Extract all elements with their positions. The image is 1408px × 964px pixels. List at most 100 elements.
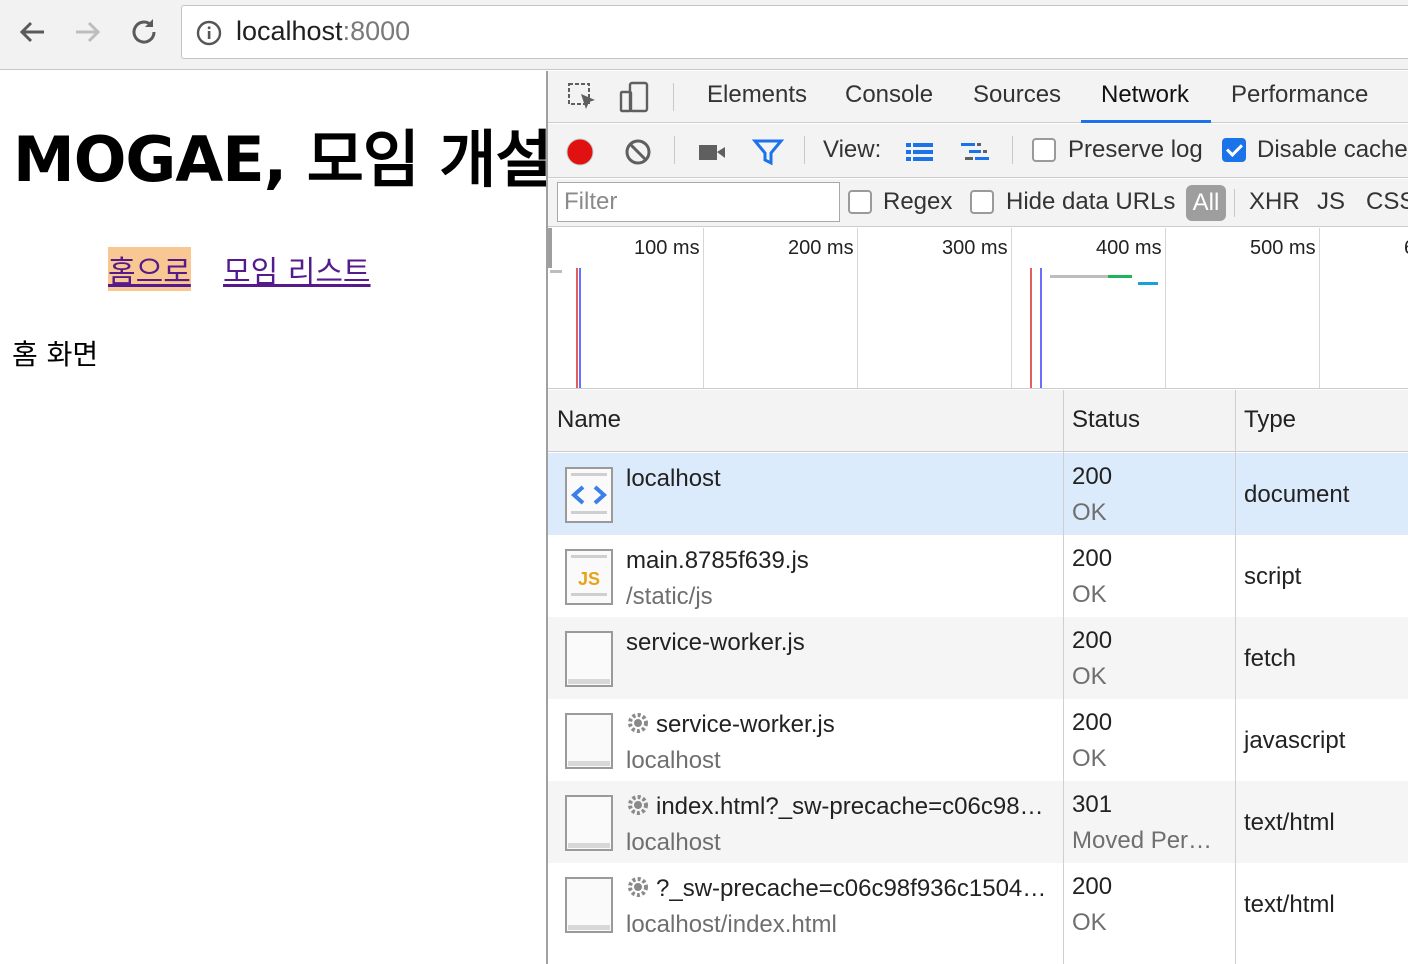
table-row[interactable]: index.html?_sw-precache=c06c98… localhos… — [548, 781, 1408, 863]
request-name: localhost — [626, 465, 721, 492]
tab-console[interactable]: Console — [845, 81, 933, 109]
load-event-line — [579, 268, 581, 388]
request-type: text/html — [1244, 891, 1335, 918]
forward-arrow-icon[interactable] — [70, 14, 106, 50]
view-label: View: — [823, 136, 882, 163]
url-text: localhost:8000 — [236, 16, 411, 46]
gear-icon — [626, 711, 650, 735]
status-text: OK — [1072, 499, 1107, 526]
table-row[interactable]: service-worker.js localhost 200 OK javas… — [548, 699, 1408, 781]
gridline — [1319, 228, 1320, 388]
filter-input[interactable] — [557, 182, 840, 222]
tab-separator — [673, 83, 674, 111]
browser-toolbar: localhost:8000 — [0, 0, 1408, 70]
status-text: Moved Per… — [1072, 827, 1213, 854]
info-icon[interactable] — [196, 20, 222, 46]
overview-handle[interactable] — [548, 228, 552, 268]
record-icon[interactable] — [564, 136, 596, 168]
filter-bar: Regex Hide data URLs All XHR JS CSS — [548, 179, 1408, 227]
load-event-line — [1040, 268, 1042, 388]
blank-file-icon — [565, 877, 613, 933]
tab-performance[interactable]: Performance — [1231, 81, 1368, 109]
request-type: javascript — [1244, 727, 1346, 754]
meeting-list-link[interactable]: 모임 리스트 — [223, 247, 371, 291]
table-row[interactable]: localhost 200 OK document — [548, 453, 1408, 535]
page-viewport: MOGAE, 모임 개설 홈으로 모임 리스트 홈 화면 — [0, 71, 553, 964]
table-row[interactable]: ?_sw-precache=c06c98f936c1504… localhost… — [548, 863, 1408, 945]
tab-network[interactable]: Network — [1101, 81, 1189, 109]
regex-checkbox[interactable] — [848, 190, 872, 214]
hide-data-urls-label: Hide data URLs — [1006, 188, 1176, 215]
status-code: 200 — [1072, 463, 1113, 490]
gridline — [1011, 228, 1012, 388]
hide-data-urls-checkbox[interactable] — [970, 190, 994, 214]
column-status-header[interactable]: Status — [1072, 406, 1140, 434]
request-name: service-worker.js — [626, 629, 805, 656]
request-name-text: index.html?_sw-precache=c06c98… — [656, 793, 1044, 820]
toolbar-separator — [1012, 136, 1013, 164]
column-divider[interactable] — [1063, 390, 1064, 964]
page-title: MOGAE, 모임 개설 — [13, 123, 553, 196]
clear-icon[interactable] — [622, 136, 654, 168]
address-bar[interactable]: localhost:8000 — [181, 5, 1408, 59]
active-tab-indicator — [1081, 120, 1211, 123]
filter-separator — [1234, 189, 1235, 217]
disable-cache-checkbox[interactable] — [1222, 138, 1246, 162]
gridline — [703, 228, 704, 388]
gridline — [1165, 228, 1166, 388]
inspect-element-icon[interactable] — [566, 80, 600, 114]
gridline — [857, 228, 858, 388]
reload-icon[interactable] — [126, 14, 162, 50]
home-link[interactable]: 홈으로 — [108, 247, 191, 291]
large-rows-icon[interactable] — [904, 136, 936, 168]
blank-file-icon — [565, 713, 613, 769]
tick-label: 6 — [1404, 237, 1408, 260]
device-toolbar-icon[interactable] — [618, 80, 652, 114]
requests-table: Name Status Type localhost 200 OK docume… — [548, 390, 1408, 964]
back-arrow-icon[interactable] — [14, 14, 50, 50]
column-divider[interactable] — [1235, 390, 1236, 964]
table-header: Name Status Type — [548, 390, 1408, 452]
request-name: ?_sw-precache=c06c98f936c1504… — [626, 875, 1056, 903]
request-bar — [550, 270, 562, 273]
tab-sources[interactable]: Sources — [973, 81, 1061, 109]
waterfall-icon[interactable] — [959, 136, 991, 168]
request-name: main.8785f639.js — [626, 547, 809, 574]
column-name-header[interactable]: Name — [557, 406, 621, 434]
request-type: fetch — [1244, 645, 1297, 672]
status-text: OK — [1072, 663, 1107, 690]
filter-type-xhr[interactable]: XHR — [1249, 188, 1300, 216]
request-name-text: service-worker.js — [656, 711, 835, 738]
toolbar-separator — [804, 136, 805, 164]
devtools-tab-bar: Elements Console Sources Network Perform… — [548, 71, 1408, 123]
table-row[interactable]: service-worker.js 200 OK fetch — [548, 617, 1408, 699]
blank-file-icon — [565, 795, 613, 851]
status-code: 200 — [1072, 627, 1113, 654]
request-bar — [1108, 275, 1132, 278]
home-screen-text: 홈 화면 — [12, 338, 99, 371]
table-row[interactable]: JS main.8785f639.js /static/js 200 OK sc… — [548, 535, 1408, 617]
tick-label: 500 ms — [1250, 237, 1316, 259]
tick-label: 200 ms — [788, 237, 854, 259]
filter-type-js[interactable]: JS — [1317, 188, 1345, 216]
filter-type-css[interactable]: CSS — [1366, 188, 1408, 216]
video-camera-icon[interactable] — [696, 136, 728, 168]
filter-type-all[interactable]: All — [1186, 185, 1226, 221]
html-file-icon — [565, 467, 613, 523]
request-path: /static/js — [626, 583, 713, 610]
dom-content-loaded-line — [576, 268, 578, 388]
status-code: 200 — [1072, 545, 1113, 572]
svg-text:JS: JS — [578, 569, 600, 589]
tab-elements[interactable]: Elements — [707, 81, 807, 109]
gear-icon — [626, 793, 650, 817]
status-text: OK — [1072, 745, 1107, 772]
request-path: localhost — [626, 747, 721, 774]
column-type-header[interactable]: Type — [1244, 406, 1296, 434]
request-bar — [1138, 282, 1158, 285]
request-name: index.html?_sw-precache=c06c98… — [626, 793, 1056, 821]
preserve-log-checkbox[interactable] — [1032, 138, 1056, 162]
request-bar — [1050, 275, 1110, 278]
network-overview[interactable]: 100 ms 200 ms 300 ms 400 ms 500 ms 6 — [548, 228, 1408, 389]
filter-funnel-icon[interactable] — [751, 136, 785, 168]
request-name: service-worker.js — [626, 711, 835, 739]
